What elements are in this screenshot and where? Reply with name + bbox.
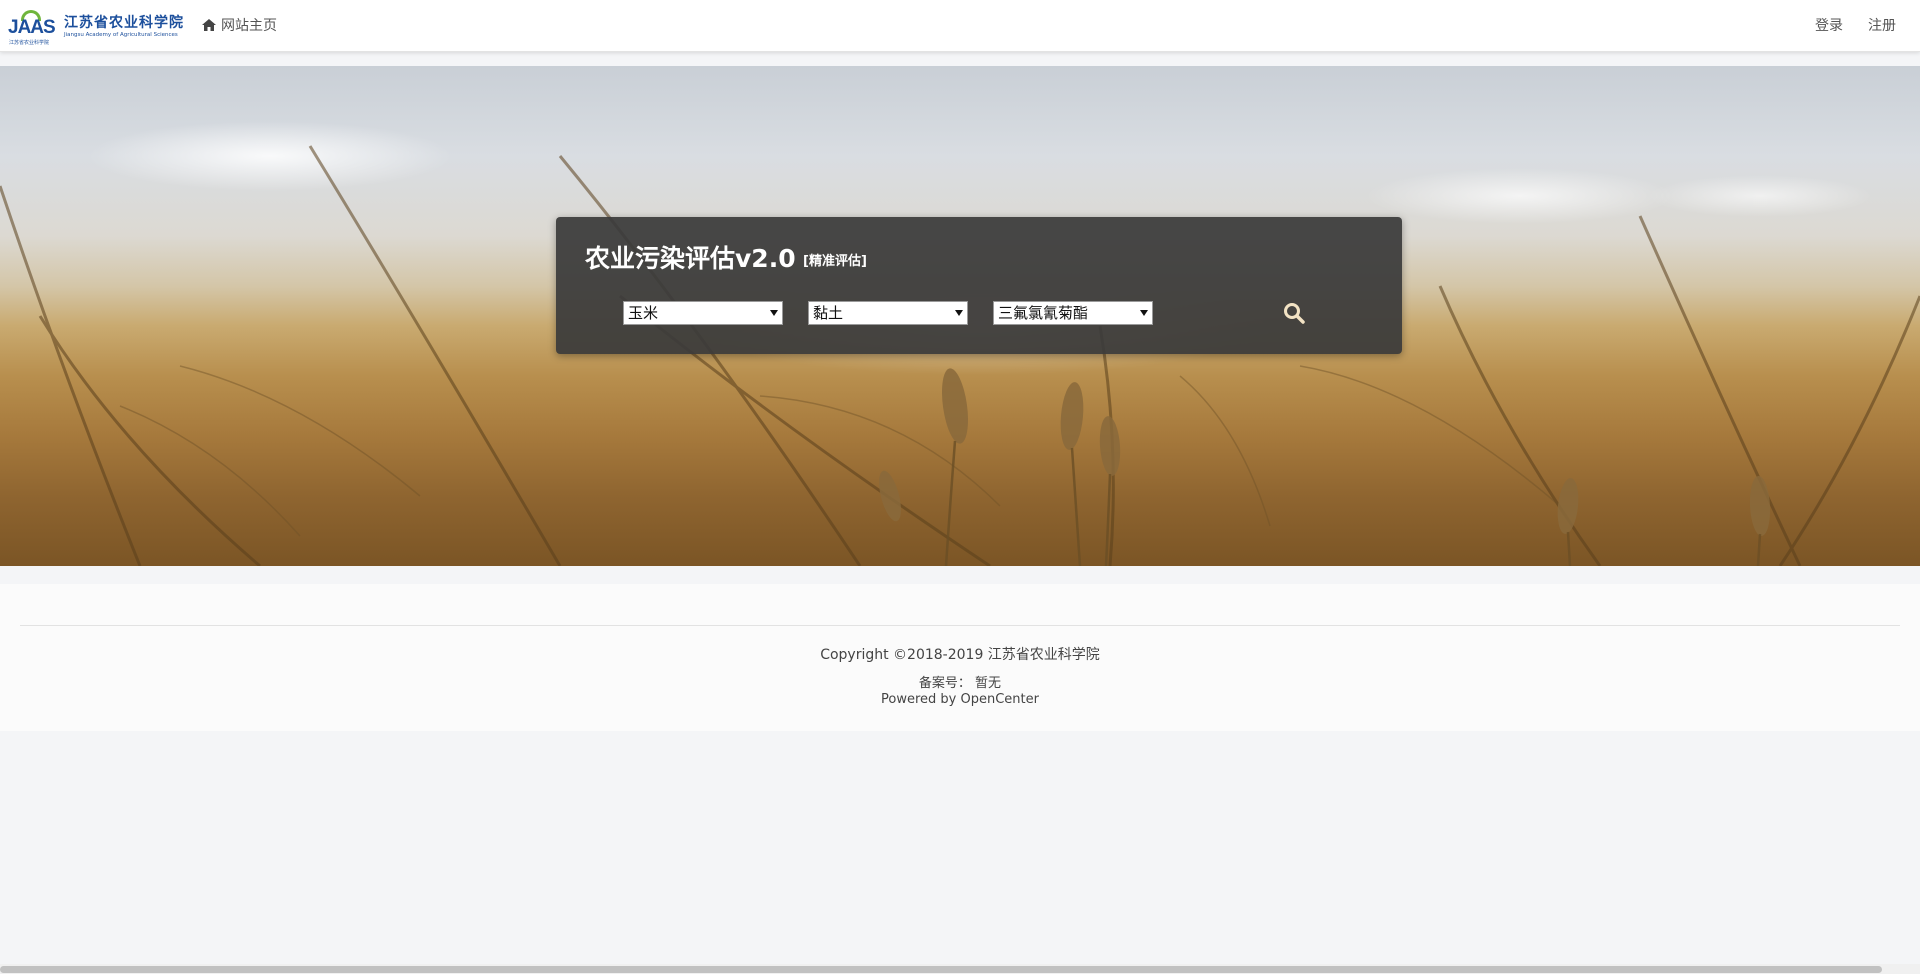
search-icon[interactable] (1282, 301, 1306, 325)
home-link-label: 网站主页 (221, 18, 277, 34)
copyright-text: Copyright ©2018-2019 江苏省农业科学院 (820, 647, 1100, 663)
soil-select[interactable]: 黏土 (808, 301, 968, 325)
site-logo[interactable]: JAAS 江苏省农业科学院 江苏省农业科学院 Jiangsu Academy o… (8, 10, 184, 46)
panel-title: 农业污染评估v2.0 (585, 244, 796, 273)
precise-assessment-link[interactable]: [精准评估] (803, 250, 867, 269)
top-navbar: JAAS 江苏省农业科学院 江苏省农业科学院 Jiangsu Academy o… (0, 0, 1920, 52)
pesticide-select-value: 三氟氯氰菊酯 (998, 304, 1089, 322)
icp-record-text: 备案号： 暂无 (918, 676, 1002, 691)
crop-select[interactable]: 玉米 (623, 301, 783, 325)
powered-by-text: Powered by OpenCenter (881, 692, 1039, 707)
logo-tiny-text: 江苏省农业科学院 (9, 40, 50, 46)
logo-letters: JAAS (8, 17, 56, 38)
pesticide-select[interactable]: 三氟氯氰菊酯 (993, 301, 1153, 325)
page-footer: Copyright ©2018-2019 江苏省农业科学院 备案号： 暂无 Po… (0, 584, 1920, 731)
register-link[interactable]: 注册 (1868, 15, 1896, 35)
chevron-down-icon (955, 310, 963, 316)
nav-auth-links: 登录 注册 (1790, 15, 1896, 35)
soil-select-value: 黏土 (813, 304, 844, 322)
footer-divider (20, 625, 1900, 626)
jaas-logo-icon: JAAS 江苏省农业科学院 (8, 10, 56, 46)
brand-name-en: Jiangsu Academy of Agricultural Sciences (64, 32, 178, 38)
home-icon (202, 19, 216, 31)
assessment-search-panel: 农业污染评估v2.0 [精准评估] 玉米 黏土 三氟氯氰菊酯 (556, 217, 1402, 354)
brand-name-cn: 江苏省农业科学院 (64, 15, 184, 31)
scrollbar-thumb[interactable] (0, 966, 1882, 973)
brand-text: 江苏省农业科学院 Jiangsu Academy of Agricultural… (64, 15, 184, 39)
chevron-down-icon (1140, 310, 1148, 316)
login-link[interactable]: 登录 (1815, 15, 1843, 35)
horizontal-scrollbar[interactable] (0, 964, 1920, 974)
crop-select-value: 玉米 (628, 304, 659, 322)
home-link[interactable]: 网站主页 (201, 15, 277, 35)
chevron-down-icon (770, 310, 778, 316)
